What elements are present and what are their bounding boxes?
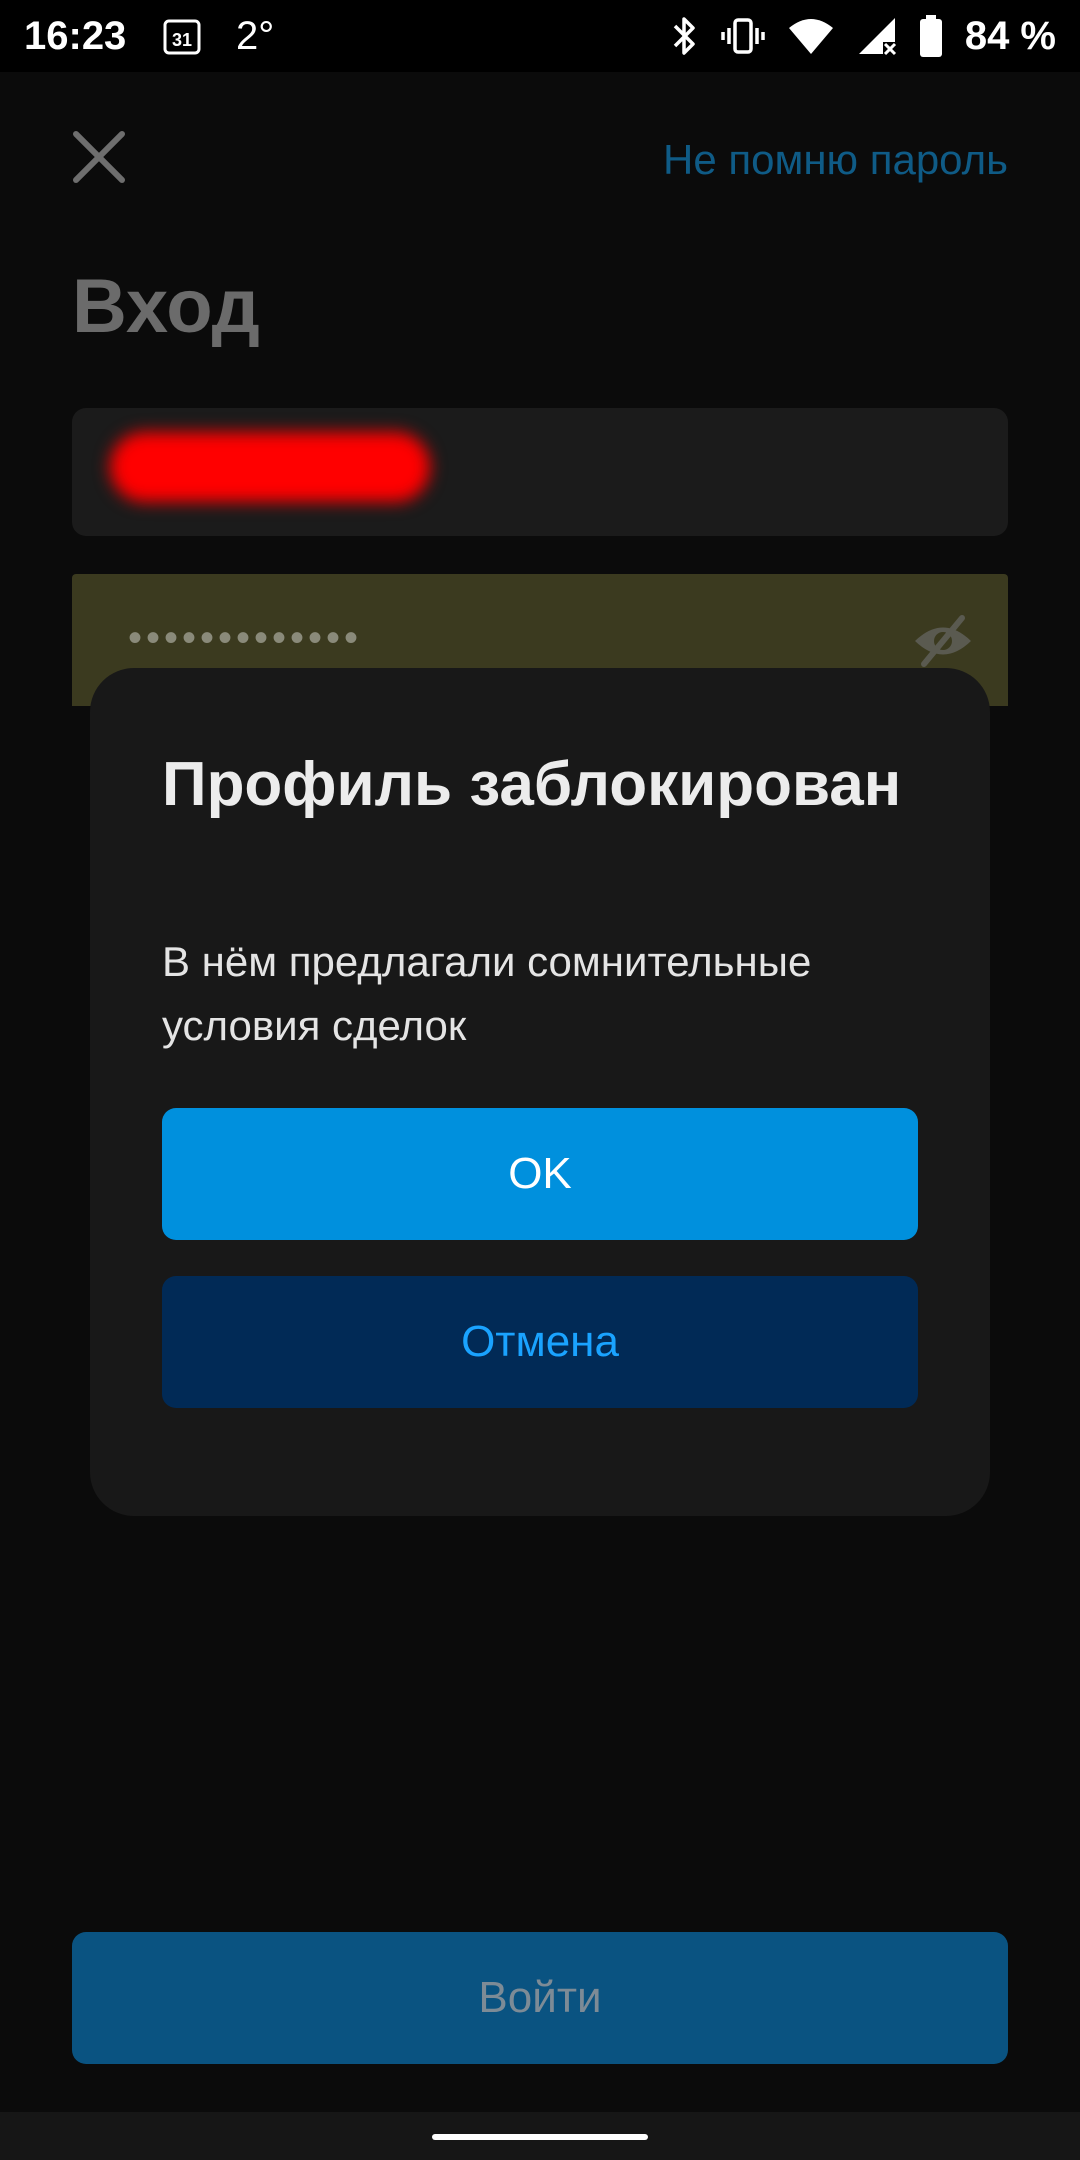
- calendar-icon: 31: [162, 16, 202, 56]
- eye-off-icon[interactable]: [912, 610, 974, 672]
- dialog-title: Профиль заблокирован: [162, 750, 902, 819]
- login-screen: 16:23 31 2° 84 % Не помню пароль Вход ••…: [0, 0, 1080, 2160]
- ok-button[interactable]: OK: [162, 1108, 918, 1240]
- status-icons: 84 %: [669, 12, 1056, 60]
- status-time: 16:23: [24, 14, 127, 58]
- password-mask: •••••••••••••: [128, 616, 363, 660]
- home-handle[interactable]: [432, 2134, 648, 2140]
- battery-icon: [919, 14, 943, 58]
- cell-signal-icon: [857, 16, 897, 56]
- vibrate-icon: [721, 14, 765, 58]
- close-button[interactable]: [66, 124, 132, 190]
- close-icon: [73, 131, 125, 183]
- calendar-day: 31: [172, 30, 192, 50]
- forgot-password-link[interactable]: Не помню пароль: [663, 132, 1008, 188]
- page-title: Вход: [72, 264, 260, 349]
- battery-percent: 84 %: [964, 14, 1056, 58]
- redacted-value: [110, 432, 430, 502]
- cancel-button[interactable]: Отмена: [162, 1276, 918, 1408]
- login-button[interactable]: Войти: [72, 1932, 1008, 2064]
- blocked-profile-dialog: Профиль заблокирован В нём предлагали со…: [90, 668, 990, 1516]
- login-input[interactable]: [72, 408, 1008, 536]
- navigation-bar: [0, 2112, 1080, 2160]
- bluetooth-icon: [669, 14, 699, 58]
- wifi-icon: [787, 16, 835, 56]
- status-bar: 16:23 31 2° 84 %: [0, 0, 1080, 72]
- dialog-message: В нём предлагали сомнительные условия сд…: [162, 938, 812, 1049]
- status-temperature: 2°: [236, 14, 275, 58]
